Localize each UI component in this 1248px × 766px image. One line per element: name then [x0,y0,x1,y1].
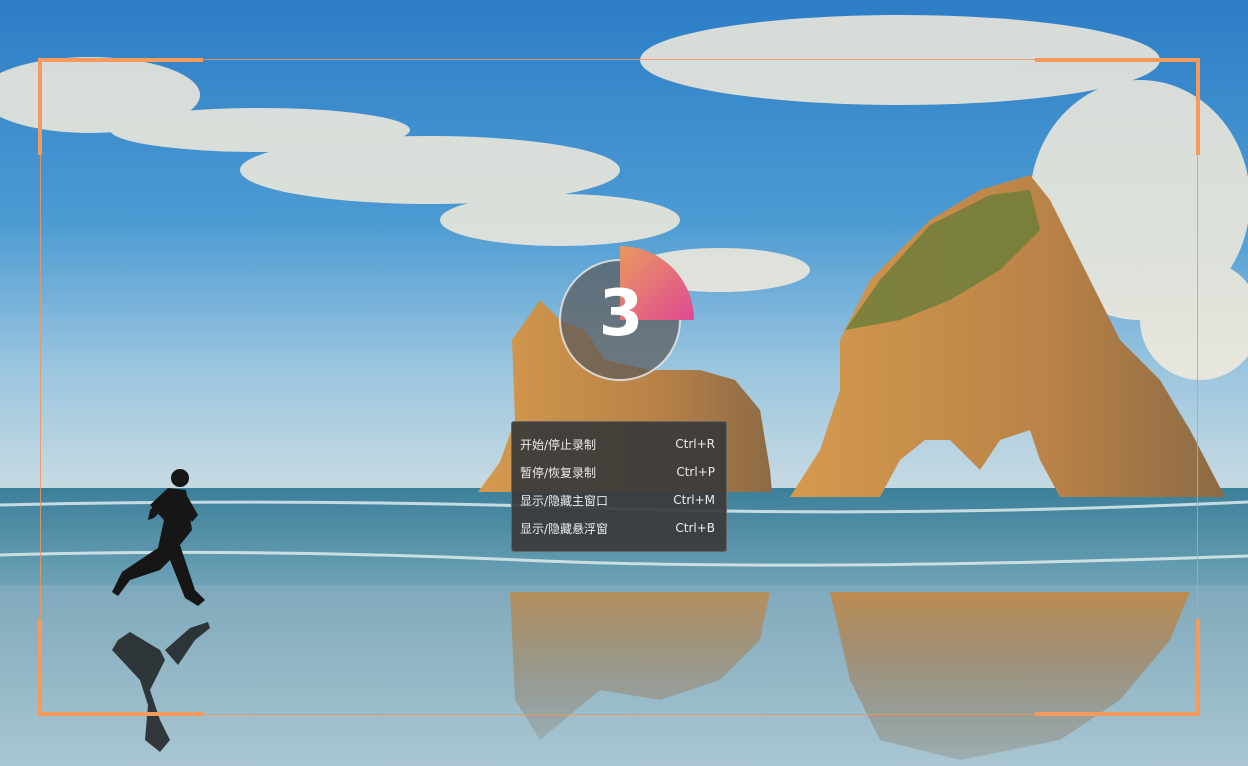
menu-item-shortcut: Ctrl+R [675,437,715,451]
countdown-number: 3 [598,277,644,351]
menu-item-label: 显示/隐藏悬浮窗 [520,521,609,536]
region-handle-bottom-right[interactable] [1035,619,1200,716]
menu-item-label: 开始/停止录制 [520,437,597,452]
region-handle-bottom-left[interactable] [38,619,203,716]
menu-item-label: 暂停/恢复录制 [520,465,597,480]
menu-item-pause-resume-recording[interactable]: 暂停/恢复录制 Ctrl+P [512,458,726,486]
shortcut-menu: 开始/停止录制 Ctrl+R 暂停/恢复录制 Ctrl+P 显示/隐藏主窗口 C… [511,421,727,552]
region-handle-top-right[interactable] [1035,58,1200,155]
menu-item-toggle-floating-window[interactable]: 显示/隐藏悬浮窗 Ctrl+B [512,514,726,542]
recording-region-frame[interactable] [40,59,1198,715]
region-handle-top-left[interactable] [38,58,203,155]
menu-item-start-stop-recording[interactable]: 开始/停止录制 Ctrl+R [512,430,726,458]
menu-item-shortcut: Ctrl+P [676,465,715,479]
menu-item-shortcut: Ctrl+M [673,493,715,507]
menu-item-shortcut: Ctrl+B [675,521,715,535]
countdown-timer: 3 [556,244,696,384]
menu-item-label: 显示/隐藏主窗口 [520,493,609,508]
menu-item-toggle-main-window[interactable]: 显示/隐藏主窗口 Ctrl+M [512,486,726,514]
